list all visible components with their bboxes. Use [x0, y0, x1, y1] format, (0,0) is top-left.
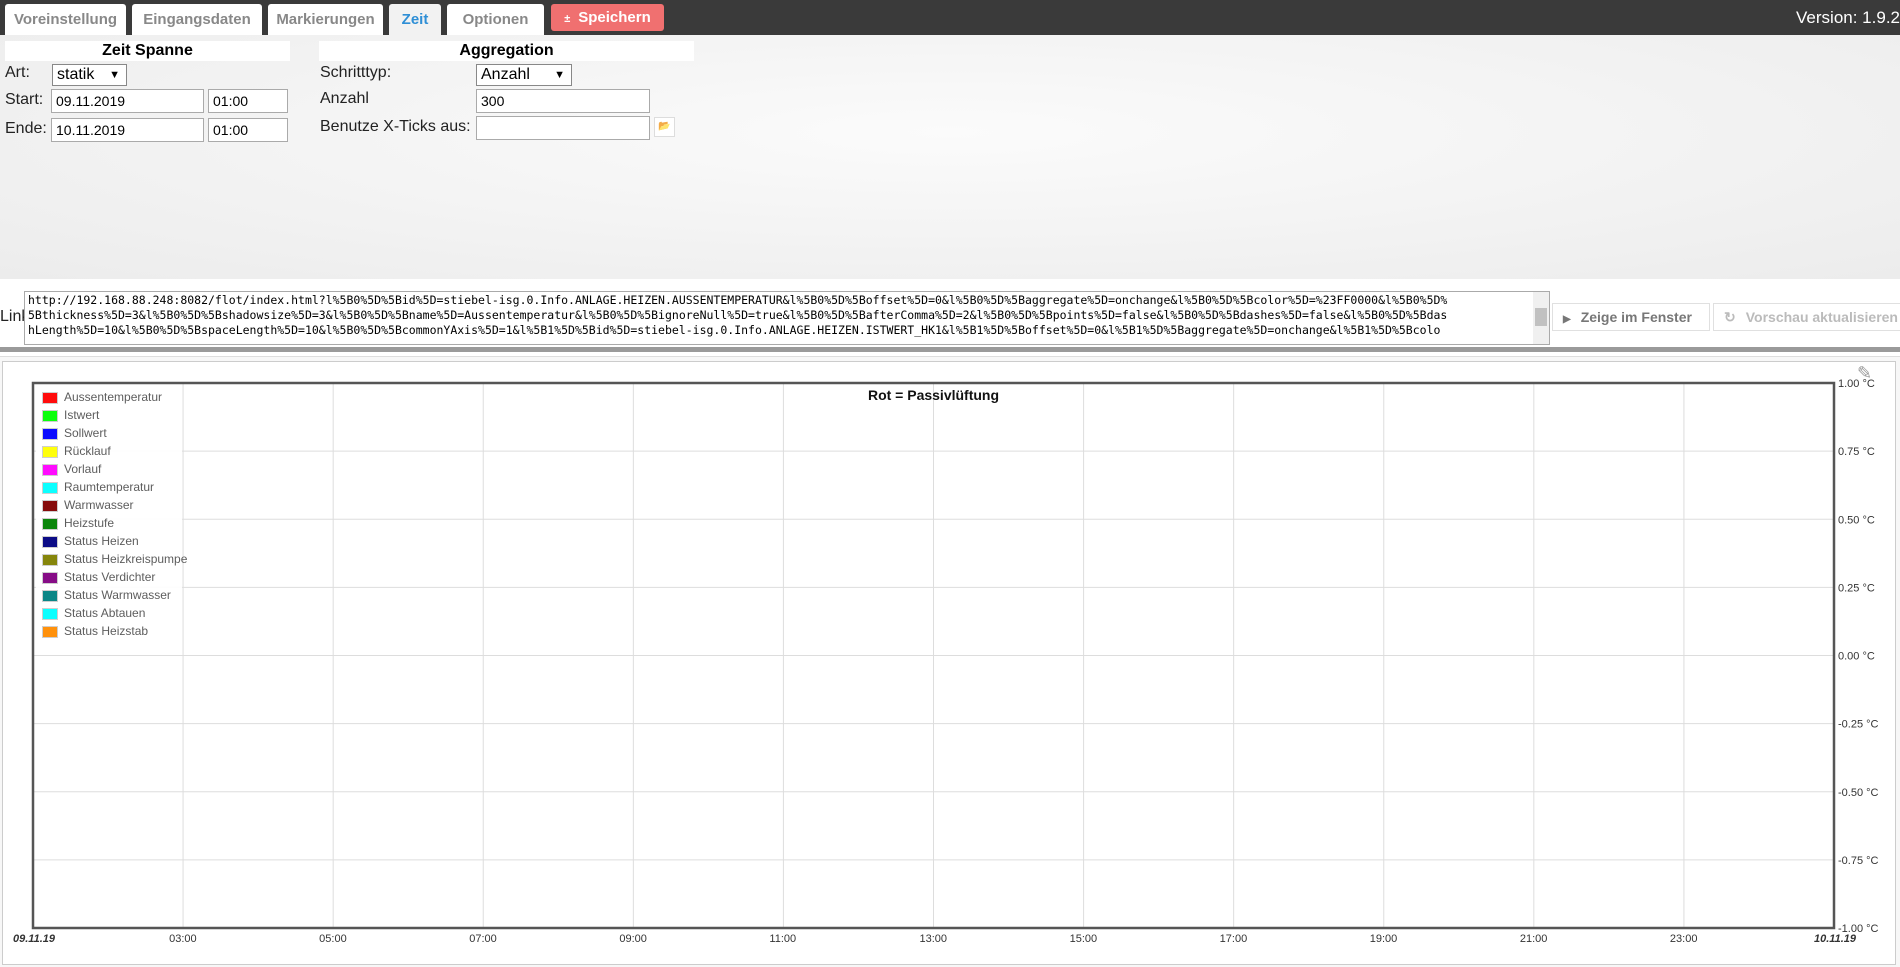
legend-item: Rücklauf [42, 443, 111, 459]
legend-swatch [42, 463, 58, 476]
legend-item: Status Verdichter [42, 569, 155, 585]
legend-item: Status Heizkreispumpe [42, 551, 187, 567]
legend-swatch [42, 589, 58, 602]
legend-item: Sollwert [42, 425, 107, 441]
legend-swatch [42, 571, 58, 584]
legend-label: Raumtemperatur [64, 480, 155, 494]
x-tick-label: 21:00 [1520, 933, 1548, 945]
legend-label: Rücklauf [64, 444, 111, 458]
legend-swatch [42, 535, 58, 548]
legend-item: Warmwasser [42, 497, 134, 513]
legend-item: Istwert [42, 407, 99, 423]
legend-swatch [42, 553, 58, 566]
x-tick-label: 15:00 [1070, 933, 1098, 945]
x-tick-label: 19:00 [1370, 933, 1398, 945]
legend-swatch [42, 391, 58, 404]
chart: 09.11.19 03:00 05:00 07:00 09:00 11:00 13:00 15… [13, 378, 1879, 945]
legend-swatch [42, 427, 58, 440]
legend-label: Status Warmwasser [64, 588, 171, 602]
legend-label: Heizstufe [64, 516, 115, 530]
chart-title: Rot = Passivlüftung [868, 387, 999, 403]
legend-label: Status Verdichter [64, 570, 156, 584]
legend-label: Sollwert [64, 426, 107, 440]
legend-swatch [42, 481, 58, 494]
legend-label: Istwert [64, 408, 100, 422]
legend-label: Warmwasser [64, 498, 134, 512]
x-tick-label: 07:00 [469, 933, 497, 945]
legend-label: Aussentemperatur [64, 390, 163, 404]
legend-label: Status Heizkreispumpe [64, 552, 188, 566]
legend-item: Status Warmwasser [42, 587, 171, 603]
x-tick-label: 17:00 [1220, 933, 1248, 945]
x-tick-label: 03:00 [169, 933, 197, 945]
legend-label: Vorlauf [64, 462, 102, 476]
legend-swatch [42, 409, 58, 422]
legend-label: Status Heizstab [64, 624, 149, 638]
legend-label: Status Abtauen [64, 606, 146, 620]
legend: Aussentemperatur Istwert Sollwert Rücklauf V… [36, 386, 187, 640]
legend-item: Aussentemperatur [42, 389, 162, 405]
legend-item: Heizstufe [42, 515, 114, 531]
y-tick-label: -0.25 °C [1838, 719, 1879, 731]
legend-item: Vorlauf [42, 461, 101, 477]
x-tick-label: 09:00 [619, 933, 647, 945]
legend-item: Status Heizen [42, 533, 139, 549]
y-tick-label: -1.00 °C [1838, 923, 1879, 935]
y-tick-label: 0.75 °C [1838, 446, 1875, 458]
x-tick-label: 23:00 [1670, 933, 1698, 945]
pencil-icon[interactable]: ✎ [1857, 363, 1872, 384]
legend-swatch [42, 445, 58, 458]
y-tick-label: 0.25 °C [1838, 582, 1875, 594]
y-tick-label: -0.75 °C [1838, 855, 1879, 867]
legend-swatch [42, 499, 58, 512]
legend-label: Status Heizen [64, 534, 139, 548]
legend-swatch [42, 517, 58, 530]
y-tick-label: 0.50 °C [1838, 514, 1875, 526]
x-tick-label: 09.11.19 [13, 933, 56, 945]
y-tick-label: 0.00 °C [1838, 651, 1875, 663]
legend-item: Status Abtauen [42, 605, 145, 621]
x-tick-label: 13:00 [920, 933, 948, 945]
legend-swatch [42, 607, 58, 620]
y-tick-label: -0.50 °C [1838, 787, 1879, 799]
legend-item: Status Heizstab [42, 623, 148, 639]
x-tick-label: 05:00 [319, 933, 347, 945]
legend-swatch [42, 625, 58, 638]
x-tick-label: 11:00 [769, 933, 796, 945]
legend-item: Raumtemperatur [42, 479, 154, 495]
